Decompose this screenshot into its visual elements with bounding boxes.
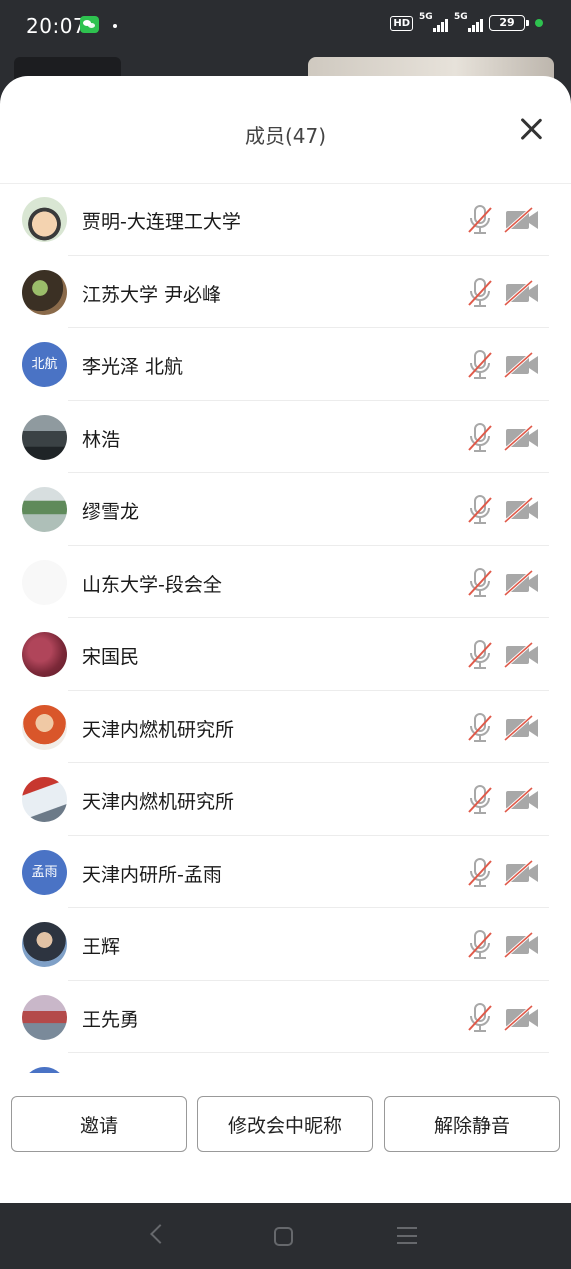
camera-off-icon[interactable]: [503, 786, 540, 814]
member-row[interactable]: 天津内燃机研究所: [0, 763, 571, 836]
member-row[interactable]: 王辉: [0, 908, 571, 981]
member-row[interactable]: 宋国民: [0, 618, 571, 691]
member-name: 王辉: [82, 936, 121, 958]
system-nav-bar: [0, 1203, 571, 1269]
status-indicators: HD 5G 5G 29: [390, 12, 543, 32]
camera-off-icon[interactable]: [503, 641, 540, 669]
mic-muted-icon[interactable]: [466, 422, 494, 453]
camera-off-icon[interactable]: [503, 496, 540, 524]
member-avatar: [22, 414, 67, 460]
mic-muted-icon[interactable]: [466, 277, 494, 308]
member-name: 李光泽 北航: [82, 356, 184, 378]
notification-dot-icon: [113, 24, 117, 28]
sheet-title: 成员(47): [244, 124, 327, 148]
mic-muted-icon[interactable]: [466, 930, 494, 960]
rename-button[interactable]: 修改会中昵称: [197, 1096, 373, 1152]
footer-actions: 邀请 修改会中昵称 解除静音: [0, 1096, 571, 1152]
member-name: 天津内燃机研究所: [82, 791, 235, 813]
status-time: 20:07: [26, 14, 87, 38]
member-avatar: [22, 994, 67, 1040]
member-name: 王先勇: [82, 1008, 140, 1031]
signal-icon-1: 5G: [419, 12, 448, 32]
member-name: 天津内研所-孟雨: [82, 863, 222, 886]
member-row[interactable]: 山东大学-段会全: [0, 546, 571, 619]
member-name: 缪雪龙: [82, 501, 140, 523]
mic-muted-icon[interactable]: [466, 567, 494, 598]
camera-off-icon[interactable]: [503, 714, 540, 742]
mic-muted-icon[interactable]: [466, 1002, 494, 1033]
member-name: 宋国民: [82, 646, 140, 668]
member-avatar: [22, 269, 67, 315]
member-avatar: [22, 777, 67, 822]
member-name: 江苏大学 尹必峰: [82, 283, 222, 306]
member-avatar: [22, 632, 67, 677]
member-row[interactable]: 缪雪龙: [0, 473, 571, 546]
member-avatar: [22, 487, 67, 532]
battery-icon: 29: [489, 15, 529, 31]
mic-muted-icon[interactable]: [466, 712, 494, 743]
camera-off-icon[interactable]: [503, 569, 540, 597]
member-avatar: [22, 559, 67, 605]
mic-muted-icon[interactable]: [466, 495, 494, 525]
recents-icon[interactable]: [397, 1227, 417, 1244]
members-sheet: 成员(47) 贾明-大连理工大学 江苏大学 尹必峰 北航 李光泽 北航 林浩 缪雪龙 山东大…: [0, 76, 571, 1203]
member-name: 林浩: [82, 428, 121, 451]
member-avatar: [22, 197, 67, 242]
mic-muted-icon[interactable]: [466, 640, 494, 670]
member-row[interactable]: 天津内燃机研究所: [0, 691, 571, 764]
member-row[interactable]: 江苏大学 尹必峰: [0, 256, 571, 329]
member-name: 天津内燃机研究所: [82, 718, 235, 741]
mic-muted-icon[interactable]: [466, 205, 494, 235]
camera-off-icon[interactable]: [503, 351, 540, 379]
member-row[interactable]: 北航 李光泽 北航: [0, 328, 571, 401]
camera-off-icon[interactable]: [503, 206, 540, 234]
member-row[interactable]: 王先勇: [0, 981, 571, 1054]
member-avatar: [22, 1067, 67, 1073]
back-icon[interactable]: [150, 1224, 170, 1244]
member-name: 贾明-大连理工大学: [82, 211, 241, 233]
member-avatar: [22, 704, 67, 750]
close-button[interactable]: [518, 116, 544, 142]
camera-off-icon[interactable]: [503, 424, 540, 452]
member-list-inner: 贾明-大连理工大学 江苏大学 尹必峰 北航 李光泽 北航 林浩 缪雪龙 山东大学-段会全 宋国…: [0, 184, 571, 1073]
member-row[interactable]: [0, 1053, 571, 1073]
mic-muted-icon[interactable]: [466, 350, 494, 380]
hd-voice-badge: HD: [390, 15, 413, 31]
camera-off-icon[interactable]: [503, 1004, 540, 1032]
member-row[interactable]: 林浩: [0, 401, 571, 474]
wechat-notification-icon: [80, 16, 99, 33]
member-row[interactable]: 孟雨 天津内研所-孟雨: [0, 836, 571, 909]
member-avatar: 孟雨: [22, 849, 67, 895]
member-name: 山东大学-段会全: [82, 573, 222, 596]
unmute-all-button[interactable]: 解除静音: [384, 1096, 560, 1152]
member-avatar: 北航: [22, 342, 67, 387]
member-row[interactable]: 贾明-大连理工大学: [0, 184, 571, 256]
invite-button[interactable]: 邀请: [11, 1096, 187, 1152]
mic-muted-icon[interactable]: [466, 785, 494, 815]
charging-dot-icon: [535, 19, 543, 27]
camera-off-icon[interactable]: [503, 931, 540, 959]
member-avatar: [22, 922, 67, 967]
camera-off-icon[interactable]: [503, 279, 540, 307]
signal-icon-2: 5G: [454, 12, 483, 32]
member-list[interactable]: 贾明-大连理工大学 江苏大学 尹必峰 北航 李光泽 北航 林浩 缪雪龙 山东大学-段会全 宋国…: [0, 183, 571, 1073]
camera-off-icon[interactable]: [503, 859, 540, 887]
status-bar: 20:07 HD 5G 5G 29: [0, 0, 571, 52]
mic-muted-icon[interactable]: [466, 857, 494, 888]
home-icon[interactable]: [274, 1227, 293, 1246]
